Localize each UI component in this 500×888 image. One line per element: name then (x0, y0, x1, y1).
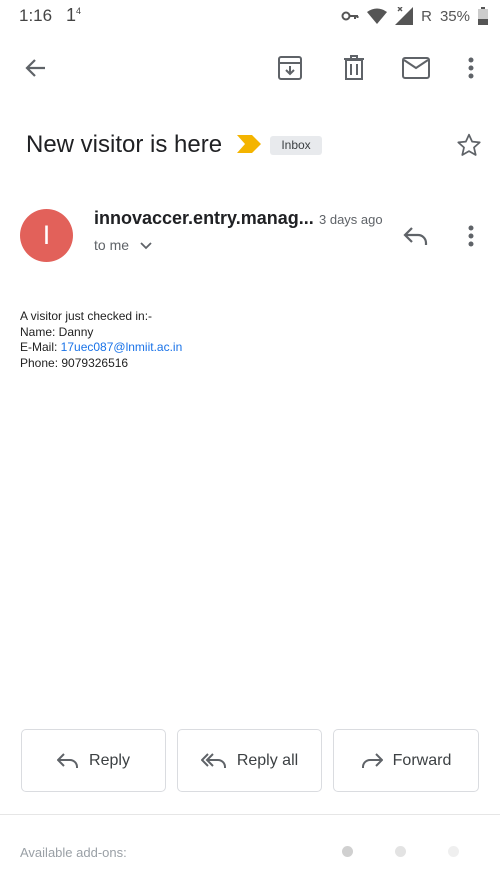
reply-button[interactable]: Reply (21, 729, 166, 792)
battery-icon (478, 7, 488, 25)
envelope-icon (402, 57, 430, 79)
sender-avatar[interactable]: I (20, 209, 73, 262)
divider (0, 814, 500, 815)
available-addons-label: Available add-ons: (20, 845, 127, 860)
importance-marker-icon[interactable] (237, 135, 261, 153)
addon-icon[interactable] (448, 846, 459, 857)
inbox-label-chip: Inbox (270, 136, 322, 155)
body-line: A visitor just checked in:- (20, 309, 153, 323)
addon-icon[interactable] (342, 846, 353, 857)
status-icons: R 35% (341, 4, 488, 28)
star-outline-icon (457, 133, 481, 156)
email-body: A visitor just checked in:- Name: Danny … (20, 309, 182, 371)
trash-icon (344, 55, 364, 80)
addon-icon[interactable] (395, 846, 406, 857)
wifi-icon (367, 8, 388, 24)
visitor-phone-line: Phone: 9079326516 (20, 355, 129, 370)
forward-button[interactable]: Forward (333, 729, 479, 792)
delete-button[interactable] (338, 52, 370, 84)
star-button[interactable] (453, 129, 485, 161)
archive-icon (278, 56, 302, 80)
more-vertical-icon (468, 225, 474, 247)
roaming-label: R (421, 7, 432, 25)
recipient-label: to me (94, 237, 130, 253)
visitor-email-line: E-Mail: 17uec087@lnmiit.ac.in (20, 340, 183, 354)
status-time: 1:16 (19, 6, 53, 25)
reply-icon-button[interactable] (400, 221, 432, 251)
status-bar: 1:16 14 R 35% (0, 0, 500, 32)
more-vertical-icon (468, 57, 474, 79)
reply-icon (403, 227, 428, 245)
email-subject: New visitor is here (26, 131, 223, 158)
arrow-left-icon (25, 59, 45, 77)
chevron-down-icon (140, 242, 152, 250)
archive-button[interactable] (274, 52, 306, 84)
visitor-email-link[interactable]: 17uec087@lnmiit.ac.in (61, 340, 183, 354)
recipient-toggle[interactable]: to me (94, 237, 152, 253)
more-options-button[interactable] (455, 52, 487, 84)
sender-name: innovaccer.entry.manag... (94, 208, 314, 228)
signal-icon (395, 7, 414, 25)
mark-unread-button[interactable] (399, 52, 433, 84)
forward-icon (361, 752, 383, 768)
vpn-key-icon (341, 11, 359, 21)
email-date: 3 days ago (319, 212, 383, 227)
battery-level: 35% (439, 7, 470, 25)
reply-label: Reply (89, 751, 130, 769)
reply-all-label: Reply all (236, 751, 299, 769)
back-button[interactable] (20, 52, 52, 84)
reply-all-button[interactable]: Reply all (177, 729, 322, 792)
reply-all-icon (200, 752, 226, 768)
reply-icon (57, 752, 79, 768)
forward-label: Forward (392, 751, 452, 769)
notification-icon: 14 (66, 5, 82, 25)
visitor-name-line: Name: Danny (20, 324, 94, 339)
message-more-button[interactable] (455, 220, 487, 252)
